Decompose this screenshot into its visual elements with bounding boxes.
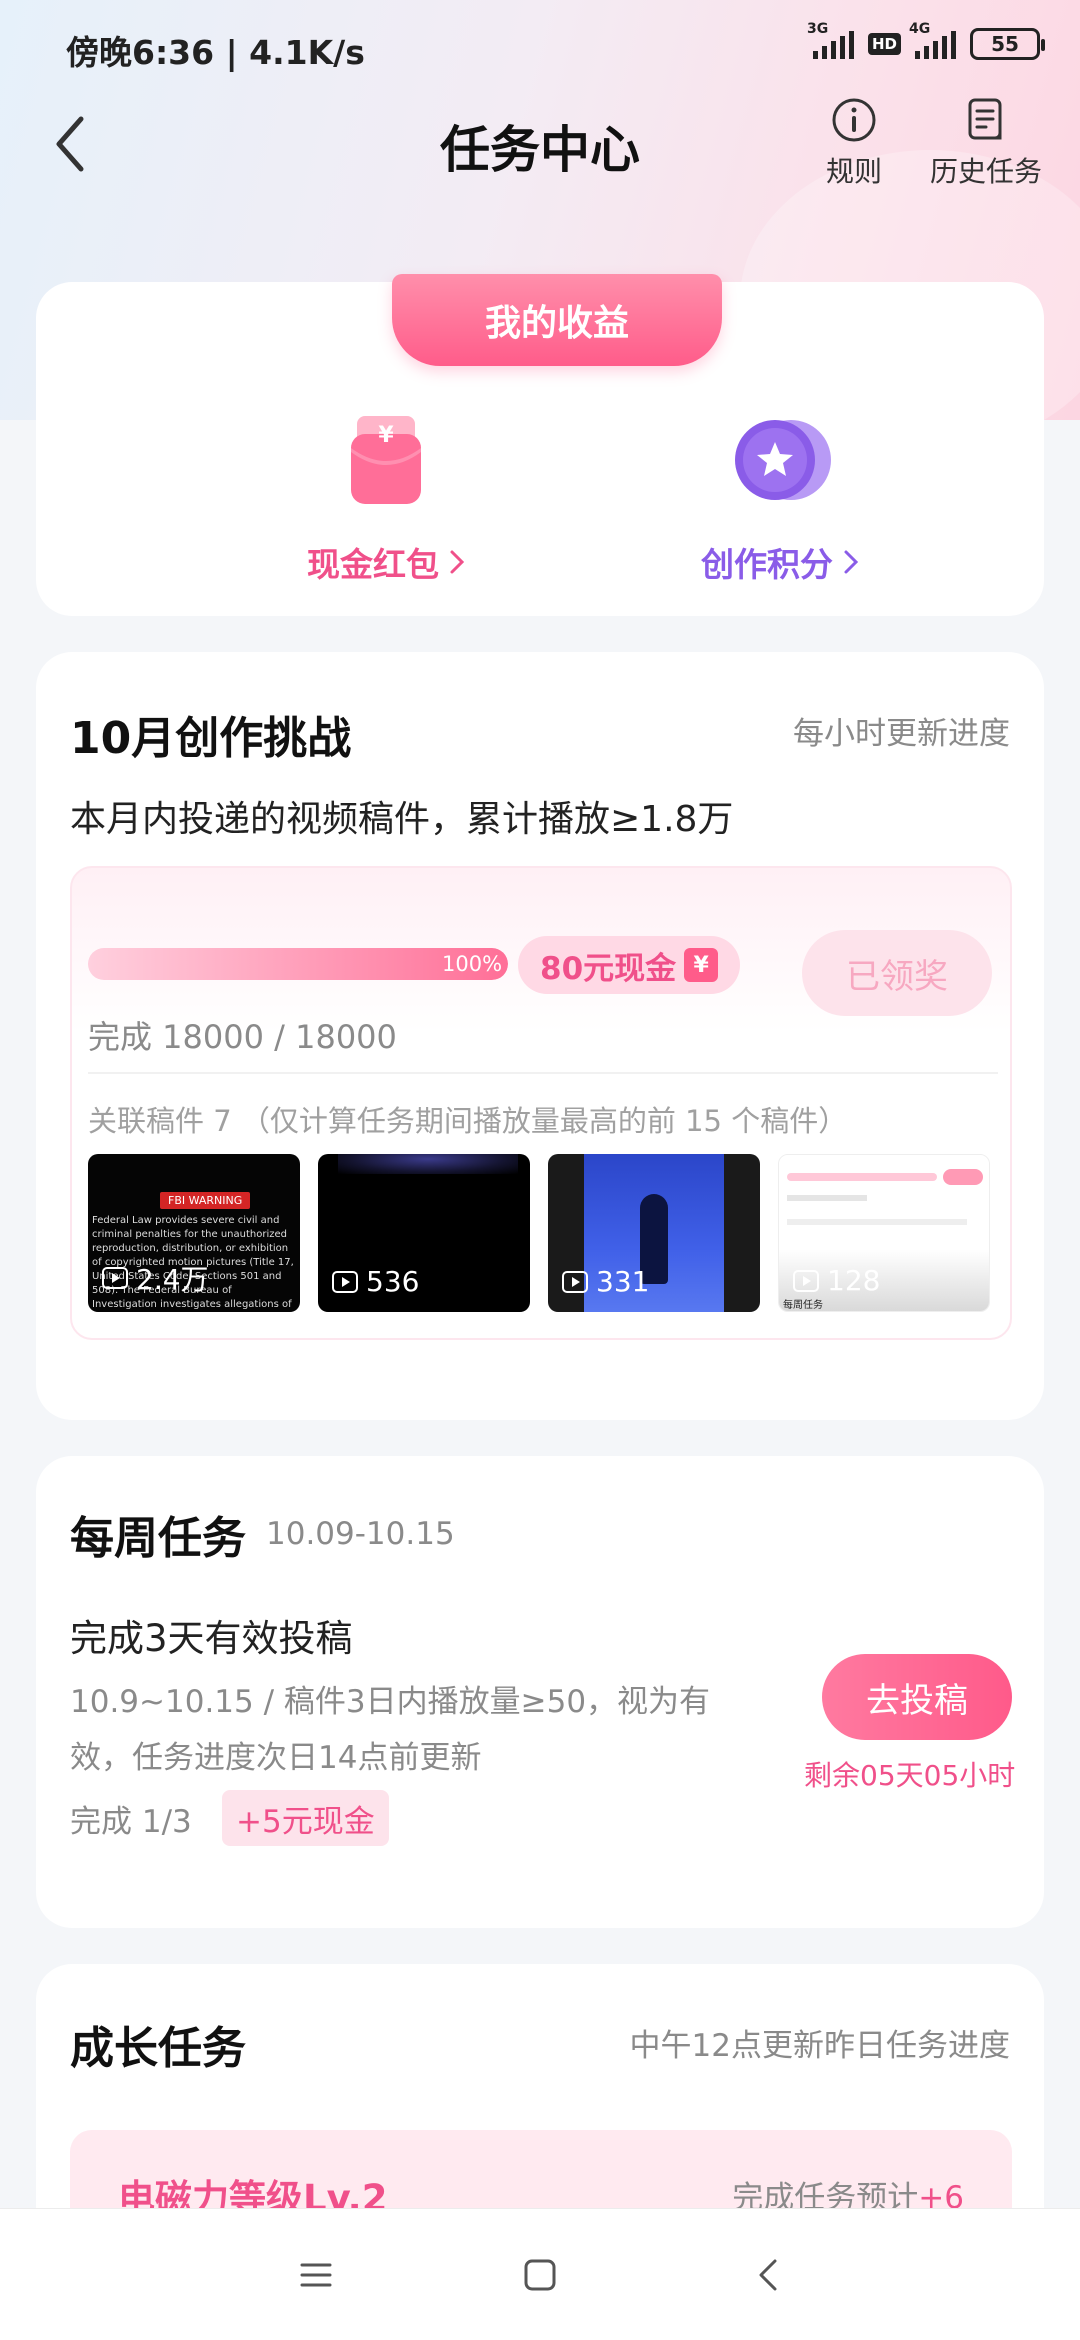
chevron-right-icon	[450, 550, 465, 574]
video-thumbnail[interactable]: 每周任务 128	[778, 1154, 990, 1312]
weekly-reward-badge: +5元现金	[222, 1790, 389, 1846]
growth-update-note: 中午12点更新昨日任务进度	[629, 2028, 1010, 2064]
time-remaining: 剩余05天05小时	[804, 1759, 1016, 1792]
challenge-title: 10月创作挑战	[70, 713, 352, 764]
system-navigation-bar	[0, 2208, 1080, 2340]
play-count-icon	[102, 1267, 128, 1289]
challenge-progress-panel: 100% 80元现金 ¥ 已领奖 完成 18000 / 18000 关联稿件 7…	[70, 866, 1012, 1340]
thumbnail-caption: 每周任务	[783, 1300, 823, 1311]
play-count-icon	[562, 1270, 588, 1293]
star-coin-icon	[725, 412, 835, 512]
weekly-task-card: 每周任务 10.09-10.15 完成3天有效投稿 10.9~10.15 / 稿…	[36, 1456, 1044, 1928]
nav-back-button[interactable]	[738, 2245, 798, 2305]
weekly-title: 每周任务	[70, 1513, 246, 1564]
monthly-challenge-card: 10月创作挑战 每小时更新进度 本月内投递的视频稿件，累计播放≥1.8万 100…	[36, 652, 1044, 1420]
play-count-icon	[793, 1269, 819, 1292]
page-title: 任务中心	[440, 121, 640, 179]
network-4g-label: 4G	[909, 21, 931, 37]
history-tasks-button[interactable]: 历史任务	[930, 96, 1042, 190]
cash-red-packet-label: 现金红包	[307, 545, 439, 584]
home-button[interactable]	[510, 2245, 570, 2305]
svg-text:¥: ¥	[378, 423, 394, 448]
progress-percent: 100%	[442, 952, 503, 976]
challenge-reward-badge: 80元现金 ¥	[518, 936, 741, 994]
video-views: 2.4万	[136, 1263, 209, 1296]
yen-icon: ¥	[684, 948, 719, 982]
rules-button[interactable]: 规则	[826, 96, 882, 190]
page-header: 任务中心 规则 历史任务	[0, 96, 1080, 276]
challenge-reward-text: 80元现金	[540, 950, 677, 987]
divider	[88, 1072, 998, 1074]
signal-4g-icon: 4G	[909, 21, 956, 59]
challenge-description: 本月内投递的视频稿件，累计播放≥1.8万	[70, 799, 734, 840]
video-thumbnail[interactable]: FBI WARNING Federal Law provides severe …	[88, 1154, 300, 1312]
network-3g-label: 3G	[806, 21, 829, 37]
video-thumbnail-list: FBI WARNING Federal Law provides severe …	[88, 1154, 990, 1312]
status-bar: 傍晚6:36 | 4.1K/s 3G HD 4G 55	[0, 0, 1080, 96]
weekly-task-description: 10.9~10.15 / 稿件3日内播放量≥50，视为有效，任务进度次日14点前…	[70, 1684, 711, 1776]
status-time: 傍晚6:36 | 4.1K/s	[66, 33, 365, 72]
red-packet-icon: ¥	[331, 412, 441, 512]
video-thumbnail[interactable]: 536	[318, 1154, 530, 1312]
video-views: 536	[366, 1265, 420, 1298]
cash-red-packet-entry[interactable]: ¥ 现金红包	[236, 412, 536, 586]
info-icon	[832, 98, 876, 142]
video-views: 128	[827, 1264, 881, 1297]
battery-icon: 55	[970, 28, 1045, 60]
earnings-tab: 我的收益	[392, 274, 722, 366]
creation-points-entry[interactable]: 创作积分	[630, 412, 930, 586]
home-square-icon	[524, 2259, 556, 2291]
reward-claimed-button[interactable]: 已领奖	[802, 930, 992, 1016]
challenge-completion: 完成 18000 / 18000	[88, 1018, 397, 1056]
challenge-update-note: 每小时更新进度	[793, 716, 1010, 752]
signal-3g-icon: 3G	[807, 21, 854, 59]
status-icons: 3G HD 4G 55	[807, 21, 1045, 60]
weekly-date-range: 10.09-10.15	[266, 1516, 455, 1552]
related-videos-note: 关联稿件 7 （仅计算任务期间播放量最高的前 15 个稿件）	[88, 1104, 848, 1138]
video-views: 331	[596, 1265, 650, 1298]
submit-video-button[interactable]: 去投稿	[822, 1654, 1012, 1740]
weekly-task-name: 完成3天有效投稿	[70, 1617, 353, 1660]
weekly-progress: 完成 1/3	[70, 1804, 192, 1840]
document-list-icon	[968, 98, 1002, 140]
history-tasks-label: 历史任务	[930, 155, 1043, 188]
creation-points-label: 创作积分	[701, 545, 833, 584]
menu-icon	[300, 2263, 332, 2287]
back-arrow-icon	[759, 2259, 777, 2291]
play-count-icon	[332, 1270, 358, 1293]
chevron-right-icon	[844, 550, 859, 574]
video-thumbnail[interactable]: 331	[548, 1154, 760, 1312]
fbi-warning-badge: FBI WARNING	[160, 1192, 251, 1209]
battery-level: 55	[991, 32, 1019, 56]
rules-label: 规则	[826, 155, 883, 188]
hd-icon: HD	[867, 33, 901, 55]
growth-title: 成长任务	[70, 2023, 246, 2074]
menu-button[interactable]	[286, 2245, 346, 2305]
earnings-card: 我的收益 ¥ 现金红包 创作积分	[36, 274, 1044, 616]
